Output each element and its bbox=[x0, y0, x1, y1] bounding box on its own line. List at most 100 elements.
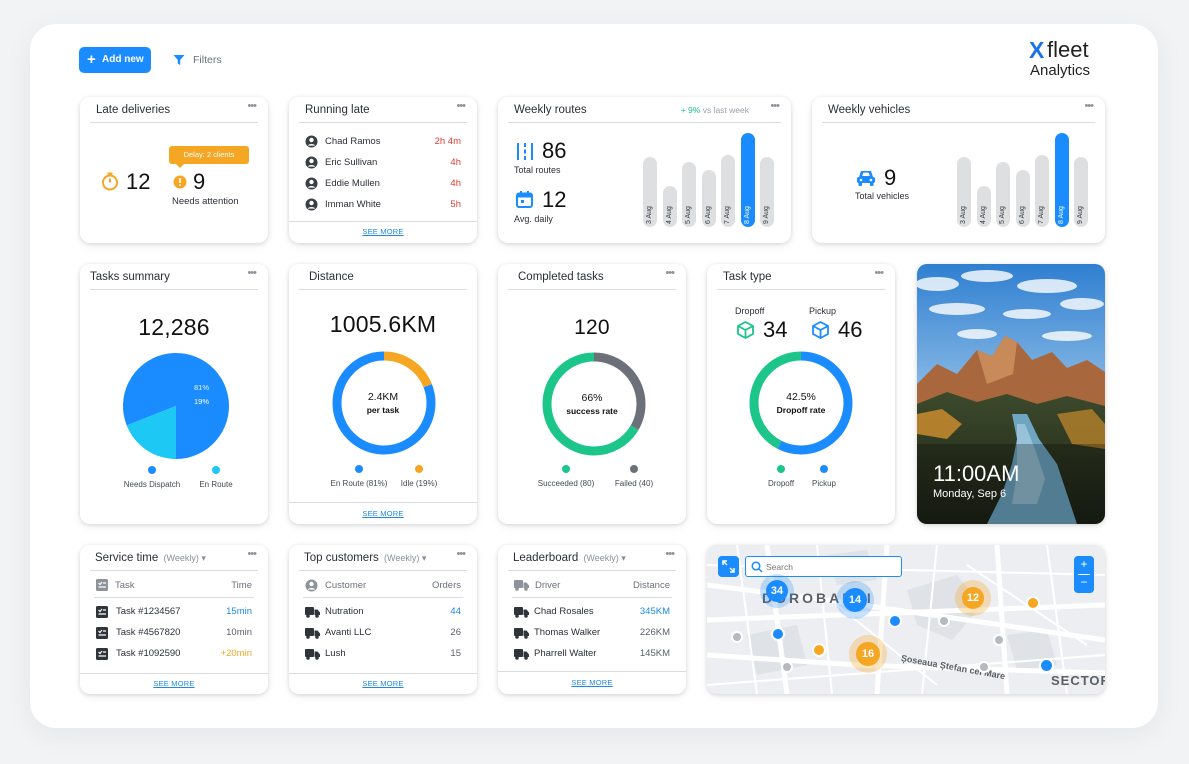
user-icon bbox=[305, 198, 318, 211]
brand-logo: X fleet Analytics bbox=[1028, 37, 1118, 82]
more-options-icon[interactable]: ••• bbox=[247, 548, 257, 560]
zoom-out-button[interactable]: − bbox=[1074, 575, 1094, 589]
chart-bar[interactable]: 6 Aug bbox=[1015, 170, 1030, 227]
cluster-marker[interactable]: 34 bbox=[766, 580, 788, 602]
task-icon bbox=[96, 648, 108, 660]
driver-name: Imman White bbox=[325, 199, 381, 210]
brand-x: X bbox=[1029, 37, 1045, 63]
more-options-icon[interactable]: ••• bbox=[456, 548, 466, 560]
table-row[interactable]: Nutration 44 bbox=[305, 605, 461, 620]
see-more-link[interactable]: SEE MORE bbox=[80, 679, 268, 688]
more-options-icon[interactable]: ••• bbox=[247, 267, 257, 279]
zoom-in-button[interactable]: + bbox=[1074, 557, 1094, 571]
bar-label: 4 Aug bbox=[665, 206, 673, 224]
legend-dot bbox=[630, 465, 638, 473]
chart-bar[interactable]: 3 Aug bbox=[643, 157, 657, 227]
header-divider bbox=[303, 597, 463, 598]
map-marker[interactable] bbox=[812, 643, 826, 657]
service-time-card: Service time (Weekly) ▾ ••• Task Time Ta… bbox=[80, 545, 268, 694]
map-marker[interactable] bbox=[993, 634, 1005, 646]
weekly-routes-card: Weekly routes + 9% vs last week ••• 86 T… bbox=[498, 97, 791, 243]
more-options-icon[interactable]: ••• bbox=[1084, 100, 1094, 112]
map-marker[interactable] bbox=[888, 614, 902, 628]
more-options-icon[interactable]: ••• bbox=[247, 100, 257, 112]
period-dropdown[interactable]: (Weekly) ▾ bbox=[163, 553, 205, 563]
tooltip-arrow bbox=[175, 163, 185, 168]
row-value: +20min bbox=[220, 648, 252, 659]
driver-name: Eddie Mullen bbox=[325, 178, 380, 189]
filters-button[interactable]: Filters bbox=[172, 53, 232, 69]
add-new-button[interactable]: + Add new bbox=[79, 47, 151, 73]
map-marker[interactable] bbox=[781, 661, 793, 673]
see-more-link[interactable]: SEE MORE bbox=[289, 679, 477, 688]
bar-label: 3 Aug bbox=[960, 206, 967, 224]
running-late-row[interactable]: Imman White 5h bbox=[305, 198, 461, 214]
running-late-row[interactable]: Eric Sullivan 4h bbox=[305, 156, 461, 172]
map-marker[interactable] bbox=[938, 615, 950, 627]
truck-icon bbox=[514, 628, 529, 639]
task-icon bbox=[96, 627, 108, 639]
map-marker[interactable] bbox=[1026, 596, 1040, 610]
pickup-label: Pickup bbox=[809, 306, 837, 316]
calendar-icon bbox=[516, 191, 533, 208]
user-icon bbox=[305, 156, 318, 169]
dropoff-value: 34 bbox=[763, 317, 788, 342]
filters-label: Filters bbox=[193, 54, 222, 66]
table-row[interactable]: Task #4567820 10min bbox=[96, 626, 252, 641]
map-marker[interactable] bbox=[978, 661, 990, 673]
map-marker[interactable] bbox=[771, 627, 785, 641]
table-row[interactable]: Pharrell Walter 145KM bbox=[514, 647, 670, 662]
table-row[interactable]: Lush 15 bbox=[305, 647, 461, 662]
card-header: Tasks summary ••• bbox=[90, 264, 258, 290]
chart-bar[interactable]: 3 Aug bbox=[957, 157, 971, 227]
tasks-summary-card: Tasks summary ••• 12,286 81% 19% Needs Di… bbox=[80, 264, 268, 524]
period-dropdown[interactable]: (Weekly) ▾ bbox=[384, 553, 426, 563]
chart-bar[interactable]: 7 Aug bbox=[1035, 155, 1049, 227]
header-divider bbox=[94, 597, 254, 598]
table-row[interactable]: Thomas Walker 226KM bbox=[514, 626, 670, 641]
cluster-marker[interactable]: 14 bbox=[843, 588, 867, 612]
header-divider bbox=[512, 597, 672, 598]
cluster-marker[interactable]: 12 bbox=[962, 587, 984, 609]
table-row[interactable]: Task #1092590 +20min bbox=[96, 647, 252, 662]
running-late-row[interactable]: Chad Ramos 2h 4m bbox=[305, 135, 461, 151]
cluster-marker[interactable]: 16 bbox=[856, 642, 880, 666]
car-icon bbox=[857, 171, 875, 186]
running-late-row[interactable]: Eddie Mullen 4h bbox=[305, 177, 461, 193]
table-row[interactable]: Task #1234567 15min bbox=[96, 605, 252, 620]
task-list-icon bbox=[96, 579, 108, 591]
see-more-link[interactable]: SEE MORE bbox=[289, 509, 477, 518]
map-marker[interactable] bbox=[731, 631, 743, 643]
more-options-icon[interactable]: ••• bbox=[665, 267, 675, 279]
chart-bar[interactable]: 5 Aug bbox=[682, 162, 696, 227]
see-more-link[interactable]: SEE MORE bbox=[289, 227, 477, 236]
bar-label: 6 Aug bbox=[1018, 206, 1026, 224]
chart-bar[interactable]: 4 Aug bbox=[662, 186, 677, 227]
see-more-link[interactable]: SEE MORE bbox=[498, 678, 686, 687]
chart-bar[interactable]: 6 Aug bbox=[701, 170, 716, 227]
table-row[interactable]: Avanti LLC 26 bbox=[305, 626, 461, 641]
chart-bar[interactable]: 5 Aug bbox=[996, 162, 1010, 227]
chart-bar[interactable]: 8 Aug bbox=[1054, 133, 1069, 227]
legend-label: Pickup bbox=[811, 479, 836, 488]
more-options-icon[interactable]: ••• bbox=[456, 100, 466, 112]
more-options-icon[interactable]: ••• bbox=[665, 548, 675, 560]
chart-bar[interactable]: 8 Aug bbox=[740, 133, 755, 227]
late-count: 12 bbox=[126, 169, 151, 194]
expand-map-button[interactable] bbox=[718, 556, 739, 577]
map-card[interactable]: DOROBANȚI Șoseaua Ștefan cel Mare SECTOR… bbox=[707, 545, 1105, 694]
card-title: Distance bbox=[309, 271, 354, 283]
more-options-icon[interactable]: ••• bbox=[770, 100, 780, 112]
bar-label: 9 Aug bbox=[1077, 206, 1084, 224]
table-row[interactable]: Chad Rosales 345KM bbox=[514, 605, 670, 620]
map-search-input[interactable] bbox=[766, 560, 896, 574]
period-dropdown[interactable]: (Weekly) ▾ bbox=[583, 553, 625, 563]
chart-bar[interactable]: 4 Aug bbox=[976, 186, 991, 227]
map-marker[interactable] bbox=[1039, 658, 1054, 673]
more-options-icon[interactable]: ••• bbox=[874, 267, 884, 279]
title-text: Top customers bbox=[304, 552, 379, 564]
zoom-controls: + − bbox=[1074, 556, 1094, 593]
chart-bar[interactable]: 7 Aug bbox=[721, 155, 735, 227]
chart-bar[interactable]: 9 Aug bbox=[1074, 157, 1088, 227]
chart-bar[interactable]: 9 Aug bbox=[760, 157, 774, 227]
